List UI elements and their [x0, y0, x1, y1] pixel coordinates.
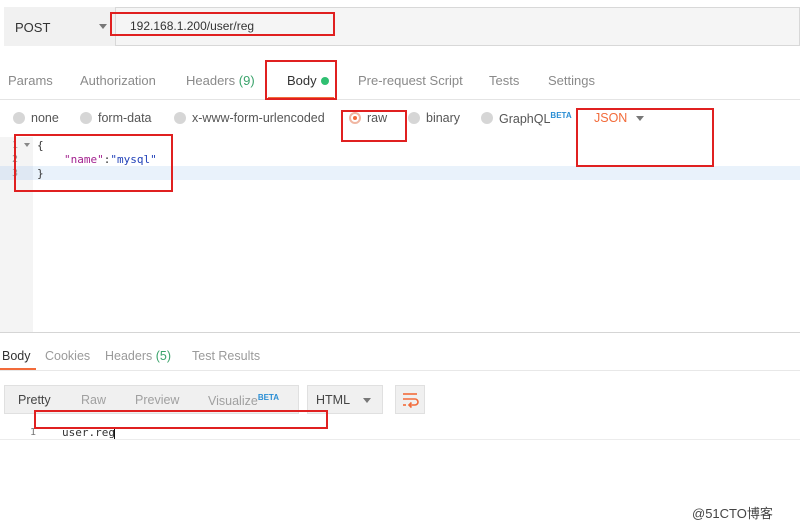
annotation-raw-box	[341, 110, 407, 142]
tab-settings[interactable]: Settings	[548, 73, 595, 88]
response-language-label: HTML	[316, 393, 351, 407]
radio-binary-icon[interactable]	[408, 112, 420, 124]
tab-headers[interactable]: Headers (9)	[186, 73, 255, 88]
view-mode-visualize[interactable]: VisualizeBETA	[208, 393, 279, 408]
caret-down-icon[interactable]	[99, 24, 107, 29]
response-tab-cookies[interactable]: Cookies	[45, 349, 90, 363]
visualize-label: Visualize	[208, 394, 258, 409]
annotation-response-box	[34, 410, 328, 429]
method-label: POST	[15, 20, 51, 35]
tab-headers-label: Headers	[186, 73, 236, 88]
caret-down-icon[interactable]	[363, 398, 371, 403]
body-type-form-data[interactable]: form-data	[98, 111, 152, 125]
wrap-lines-button[interactable]	[395, 385, 425, 414]
graphql-beta-badge: BETA	[550, 111, 572, 120]
radio-graphql-icon[interactable]	[481, 112, 493, 124]
radio-urlencoded-icon[interactable]	[174, 112, 186, 124]
annotation-body-tab-box	[265, 60, 337, 100]
view-mode-pretty[interactable]: Pretty	[18, 393, 51, 407]
tabs-divider	[0, 99, 800, 100]
response-tabs-divider	[0, 370, 800, 371]
view-mode-preview[interactable]: Preview	[135, 393, 179, 407]
body-type-binary[interactable]: binary	[426, 111, 460, 125]
response-tab-test-results[interactable]: Test Results	[192, 349, 260, 363]
radio-form-data-icon[interactable]	[80, 112, 92, 124]
view-mode-raw[interactable]: Raw	[81, 393, 106, 407]
annotation-body-code-box	[14, 134, 173, 192]
tab-tests[interactable]: Tests	[489, 73, 519, 88]
tab-params[interactable]: Params	[8, 73, 53, 88]
response-headers-count: (5)	[155, 349, 172, 363]
tab-pre-request-script[interactable]: Pre-request Script	[358, 73, 463, 88]
response-divider	[0, 439, 800, 440]
wrap-lines-icon	[403, 393, 419, 409]
annotation-url-box	[110, 12, 335, 36]
body-type-urlencoded[interactable]: x-www-form-urlencoded	[192, 111, 325, 125]
body-type-none[interactable]: none	[31, 111, 59, 125]
tab-headers-count: (9)	[238, 73, 255, 88]
response-headers-label: Headers	[105, 349, 153, 363]
watermark: @51CTO博客	[692, 506, 773, 521]
graphql-label: GraphQL	[499, 112, 551, 127]
response-tab-headers[interactable]: Headers (5)	[105, 349, 171, 363]
visualize-beta-badge: BETA	[257, 393, 279, 402]
radio-none-icon[interactable]	[13, 112, 25, 124]
editor-divider	[0, 332, 800, 333]
response-tab-body[interactable]: Body	[2, 349, 31, 363]
annotation-json-box	[576, 108, 714, 167]
tab-authorization[interactable]: Authorization	[80, 73, 156, 88]
body-type-graphql[interactable]: GraphQLBETA	[499, 111, 572, 126]
